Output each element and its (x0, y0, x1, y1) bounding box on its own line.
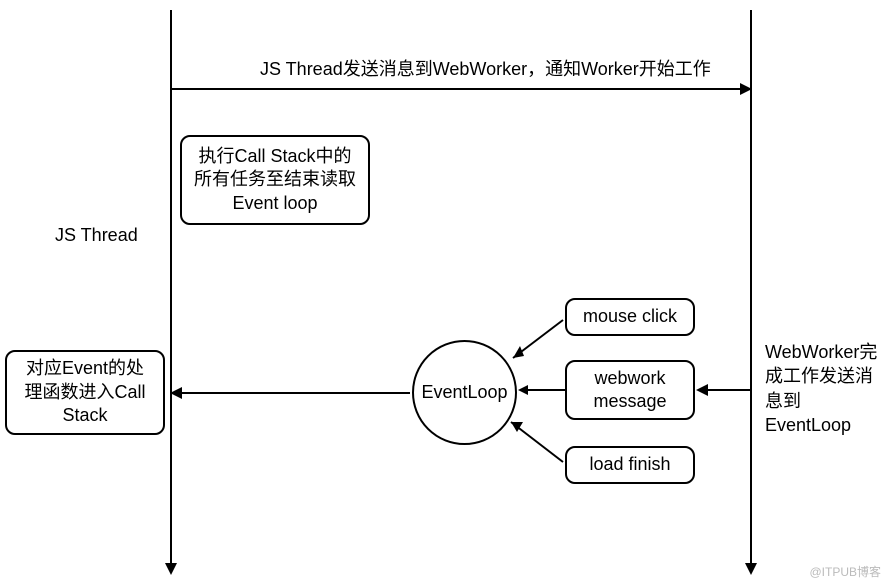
webwork-arrow-line (527, 389, 565, 391)
event-loop-circle: EventLoop (412, 340, 517, 445)
load-finish-box: load finish (565, 446, 695, 484)
call-stack-text: 执行Call Stack中的所有任务至结束读取Event loop (192, 145, 358, 215)
top-message-label: JS Thread发送消息到WebWorker，通知Worker开始工作 (260, 55, 711, 81)
eventloop-to-callstack-arrow (170, 387, 182, 399)
webwork-message-text: webwork message (577, 367, 683, 414)
webworker-done-label: WebWorker完成工作发送消息到EventLoop (765, 340, 880, 437)
event-handler-box: 对应Event的处理函数进入Call Stack (5, 350, 165, 435)
load-finish-text: load finish (589, 453, 670, 476)
left-lifeline-arrow (165, 563, 177, 575)
webwork-message-box: webwork message (565, 360, 695, 420)
event-handler-text: 对应Event的处理函数进入Call Stack (17, 357, 153, 427)
webwork-arrow-head (518, 385, 528, 395)
mouse-click-text: mouse click (583, 305, 677, 328)
webworker-to-event-arrow (696, 384, 708, 396)
event-loop-diagram: JS Thread发送消息到WebWorker，通知Worker开始工作 JS … (0, 0, 889, 586)
left-lifeline (170, 10, 172, 565)
event-loop-text: EventLoop (421, 382, 507, 403)
watermark: @ITPUB博客 (809, 563, 881, 580)
eventloop-to-callstack-line (180, 392, 410, 394)
mouse-click-box: mouse click (565, 298, 695, 336)
top-message-line (172, 88, 742, 90)
js-thread-label: JS Thread (55, 225, 138, 246)
top-message-arrowhead (740, 83, 752, 95)
webworker-to-event-line (707, 389, 750, 391)
load-finish-arrow (505, 410, 570, 475)
call-stack-box: 执行Call Stack中的所有任务至结束读取Event loop (180, 135, 370, 225)
mouse-click-arrow (508, 350, 568, 385)
right-lifeline-arrow (745, 563, 757, 575)
